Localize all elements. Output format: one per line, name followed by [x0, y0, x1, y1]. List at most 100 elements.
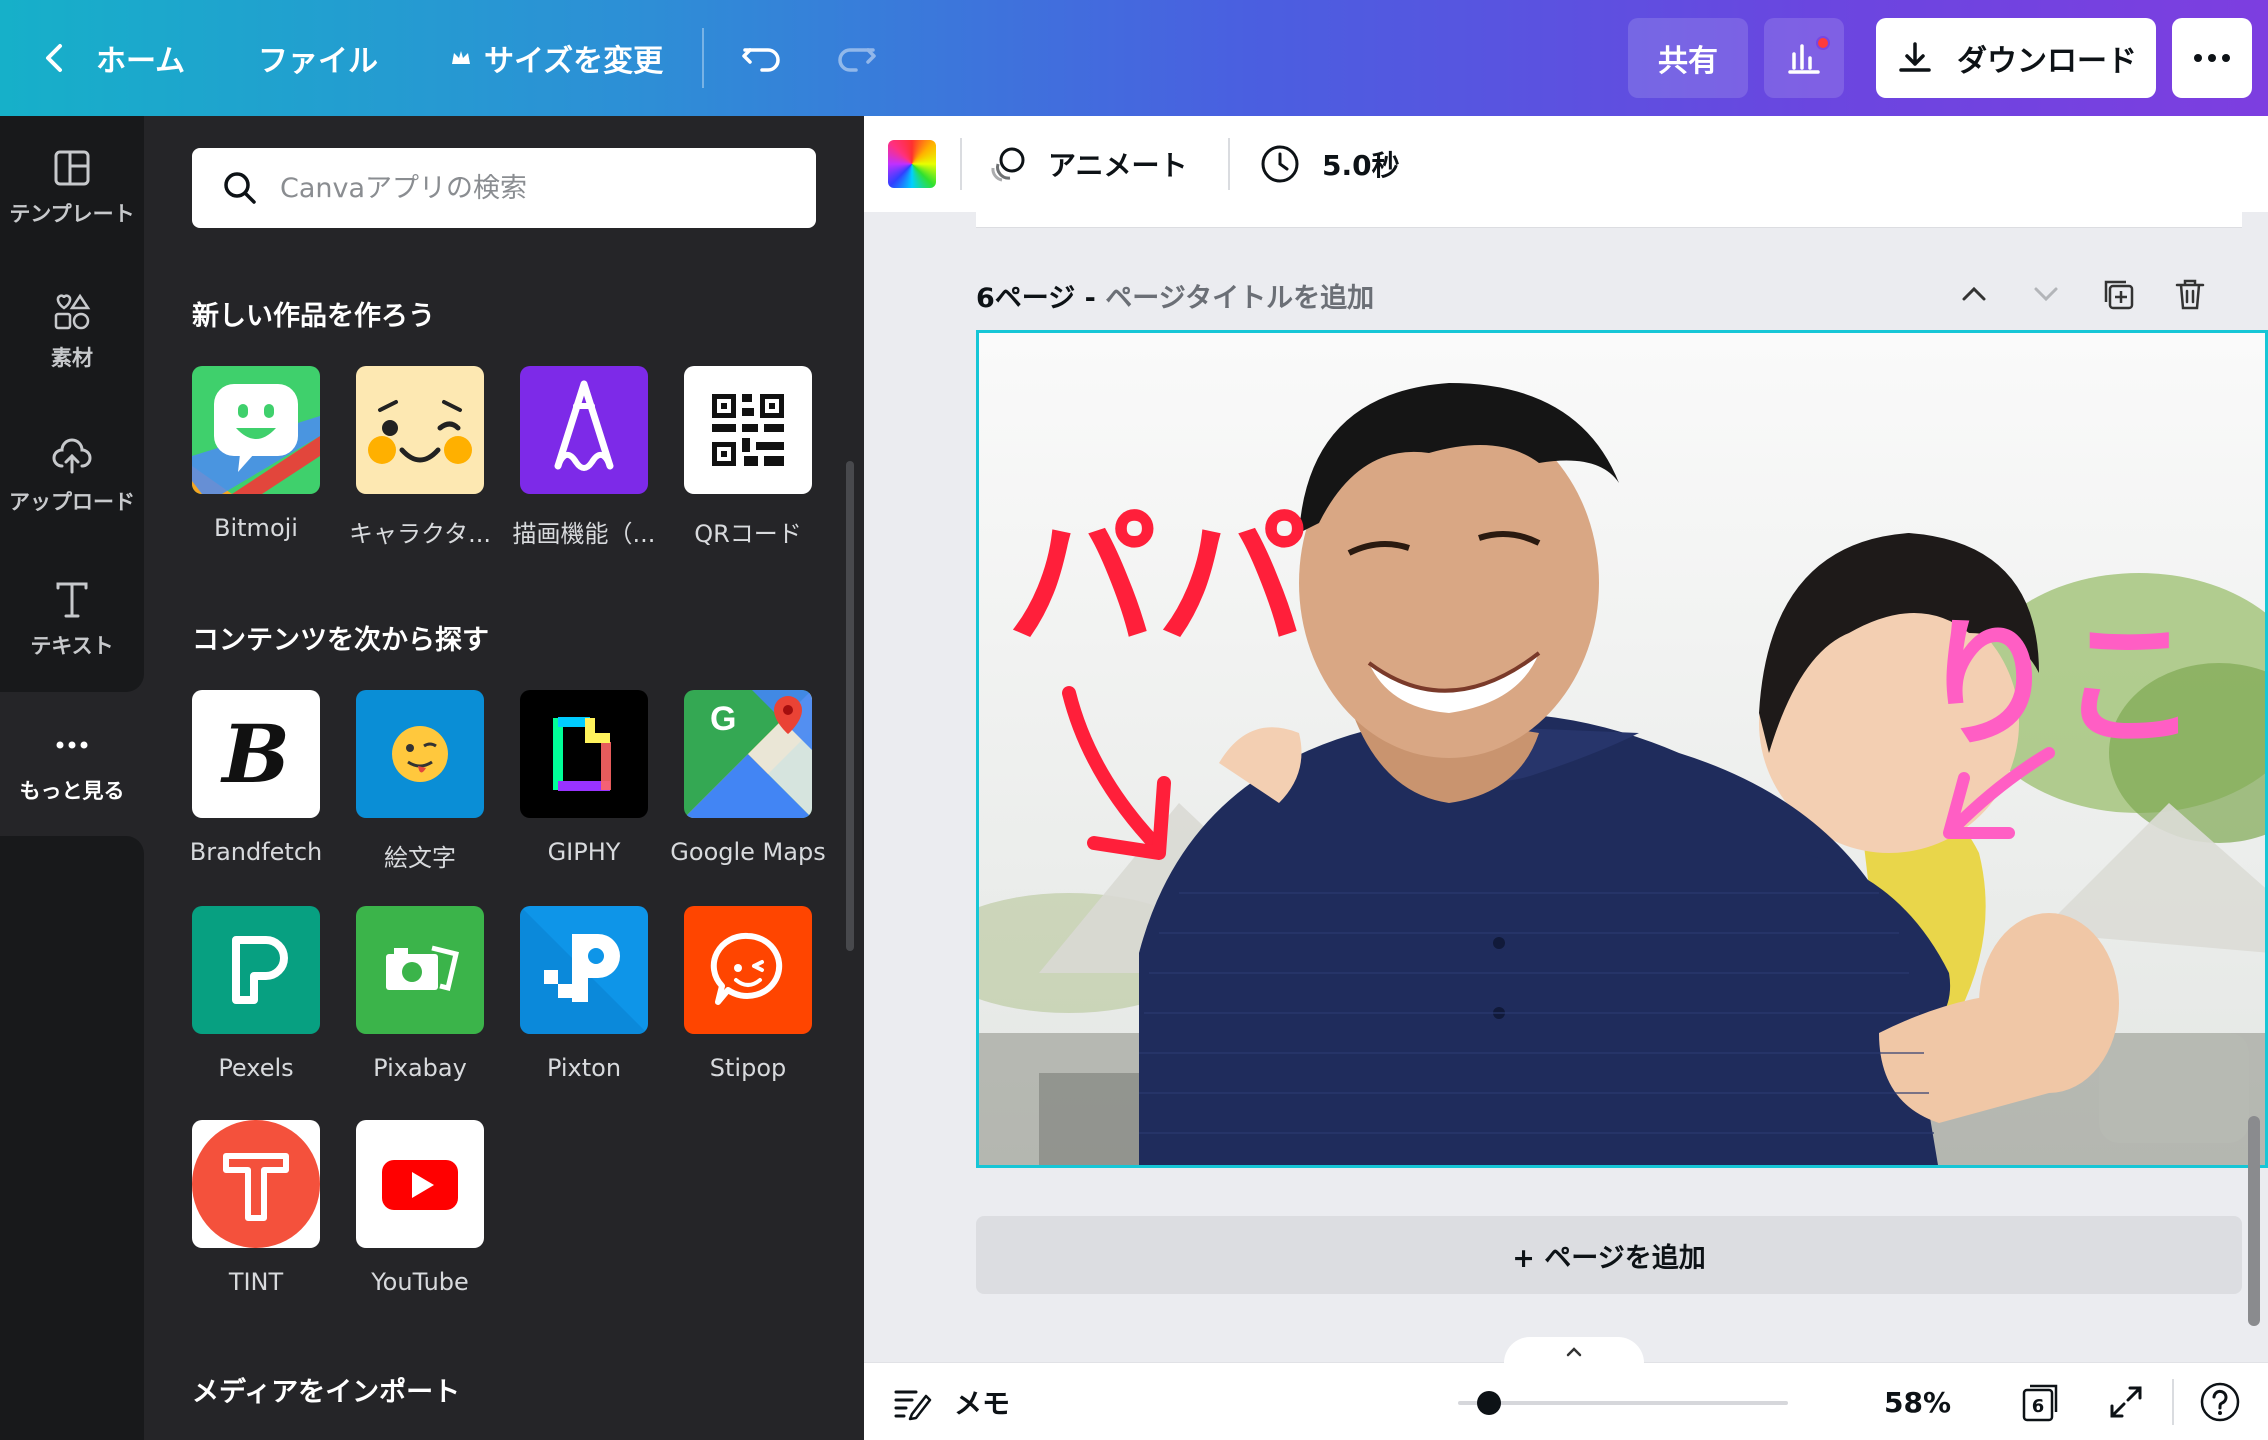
app-bitmoji[interactable]: Bitmoji — [166, 366, 346, 542]
page-count-button[interactable]: 6 — [2018, 1363, 2062, 1440]
trash-icon — [2175, 279, 2205, 310]
template-icon — [54, 150, 90, 186]
app-search-box[interactable] — [192, 148, 816, 228]
giphy-logo — [520, 690, 648, 818]
app-character[interactable]: キャラクタ... — [330, 366, 510, 549]
canvas-scrollbar[interactable] — [2248, 1116, 2260, 1326]
share-button[interactable]: 共有 — [1628, 18, 1748, 98]
app-label: Google Maps — [670, 838, 826, 866]
redo-button[interactable] — [834, 0, 878, 116]
app-pixton[interactable]: Pixton — [494, 906, 674, 1082]
rail-label: テンプレート — [9, 202, 135, 226]
duplicate-page-button[interactable] — [2098, 274, 2138, 314]
tint-logo — [192, 1120, 320, 1248]
app-brandfetch[interactable]: B Brandfetch — [166, 690, 346, 866]
app-label: 絵文字 — [384, 844, 456, 872]
resize-button[interactable]: サイズを変更 — [450, 0, 663, 116]
help-button[interactable] — [2198, 1363, 2242, 1440]
section-title-import: メディアをインポート — [192, 1377, 461, 1408]
app-google-maps[interactable]: G Google Maps — [658, 690, 838, 866]
google-maps-logo: G — [684, 690, 812, 818]
bottom-divider — [2172, 1379, 2174, 1425]
photo-illustration: パパ りこ — [979, 333, 2265, 1165]
search-input[interactable] — [280, 172, 800, 204]
expand-icon — [2110, 1386, 2142, 1418]
draw-logo — [520, 366, 648, 494]
rail-label: 素材 — [51, 346, 93, 370]
delete-page-button[interactable] — [2170, 274, 2210, 314]
app-label: Brandfetch — [189, 838, 323, 866]
undo-button[interactable] — [740, 0, 784, 116]
context-toolbar: アニメート 5.0秒 — [864, 116, 2268, 212]
toolbar-divider — [1228, 138, 1230, 190]
chevron-left-icon — [46, 44, 62, 72]
app-giphy[interactable]: GIPHY — [494, 690, 674, 866]
zoom-percentage[interactable]: 58% — [1884, 1363, 1951, 1440]
app-label: Stipop — [709, 1054, 787, 1082]
animate-button[interactable]: アニメート — [986, 116, 1187, 212]
notes-label: メモ — [954, 1387, 1011, 1420]
more-dots-icon — [56, 741, 88, 749]
app-label: GIPHY — [547, 838, 621, 866]
duration-label: 5.0秒 — [1322, 149, 1400, 182]
previous-page-edge — [976, 212, 2242, 228]
page-title-input[interactable]: ページタイトルを追加 — [1105, 283, 1374, 314]
fullscreen-button[interactable] — [2106, 1363, 2146, 1440]
app-pexels[interactable]: Pexels — [166, 906, 346, 1082]
resize-label: サイズを変更 — [484, 44, 664, 79]
notes-button[interactable]: メモ — [892, 1363, 1010, 1440]
move-page-up-button[interactable] — [1954, 274, 1994, 314]
zoom-slider-handle[interactable] — [1477, 1391, 1501, 1415]
page-header: 6ページ - ページタイトルを追加 — [976, 276, 1374, 315]
rail-item-uploads[interactable]: アップロード — [0, 410, 144, 540]
home-label: ホーム — [96, 44, 186, 79]
app-qrcode[interactable]: QRコード — [658, 366, 838, 549]
app-label: 描画機能（... — [512, 520, 656, 548]
app-label: Pexels — [218, 1054, 294, 1082]
app-pixabay[interactable]: Pixabay — [330, 906, 510, 1082]
rail-label: アップロード — [9, 490, 135, 514]
apps-panel: 新しい作品を作ろう Bitmoji キャラクタ... 描画機能（... QRコー… — [144, 116, 864, 1440]
notes-icon — [894, 1390, 932, 1421]
rail-item-more[interactable]: もっと見る — [0, 694, 144, 834]
app-youtube[interactable]: YouTube — [330, 1120, 510, 1296]
app-label: キャラクタ... — [349, 520, 491, 548]
app-draw[interactable]: 描画機能（... — [494, 366, 674, 549]
duration-button[interactable]: 5.0秒 — [1258, 116, 1400, 212]
color-picker-button[interactable] — [888, 140, 936, 188]
rail-label: テキスト — [30, 634, 114, 658]
rail-label: もっと見る — [19, 779, 125, 803]
app-tint[interactable]: TINT — [166, 1120, 346, 1296]
insights-button[interactable] — [1764, 18, 1844, 98]
app-emoji[interactable]: 絵文字 — [330, 690, 510, 873]
rail-item-templates[interactable]: テンプレート — [0, 122, 144, 252]
move-page-down-button[interactable] — [2026, 274, 2066, 314]
section-title-create: 新しい作品を作ろう — [192, 301, 435, 332]
rail-item-elements[interactable]: 素材 — [0, 266, 144, 396]
rail-item-text[interactable]: テキスト — [0, 554, 144, 684]
app-label: Pixabay — [373, 1054, 467, 1082]
page-number-label: 6ページ - — [976, 283, 1106, 314]
chevron-up-icon — [1962, 286, 1986, 301]
home-button[interactable]: ホーム — [40, 0, 185, 116]
app-stipop[interactable]: Stipop — [658, 906, 838, 1082]
chevron-up-icon — [1566, 1347, 1582, 1357]
animate-label: アニメート — [1048, 149, 1188, 182]
panel-scrollbar[interactable] — [846, 461, 854, 951]
svg-text:G: G — [710, 700, 736, 738]
brandfetch-logo: B — [192, 690, 320, 818]
bitmoji-logo — [192, 366, 320, 494]
top-bar: ホーム ファイル サイズを変更 共有 ダウンロード — [0, 0, 2268, 116]
more-options-button[interactable] — [2172, 18, 2252, 98]
download-button[interactable]: ダウンロード — [1876, 18, 2156, 98]
redo-icon — [838, 48, 876, 72]
more-horizontal-icon — [2194, 54, 2230, 62]
zoom-slider-track[interactable] — [1458, 1401, 1788, 1405]
add-page-button[interactable]: + ページを追加 — [976, 1216, 2242, 1294]
design-canvas-page[interactable]: パパ りこ — [976, 330, 2268, 1168]
emoji-logo — [356, 690, 484, 818]
stipop-logo — [684, 906, 812, 1034]
file-menu-button[interactable]: ファイル — [258, 0, 378, 116]
app-label: TINT — [228, 1268, 284, 1296]
show-pages-button[interactable] — [1504, 1337, 1644, 1367]
